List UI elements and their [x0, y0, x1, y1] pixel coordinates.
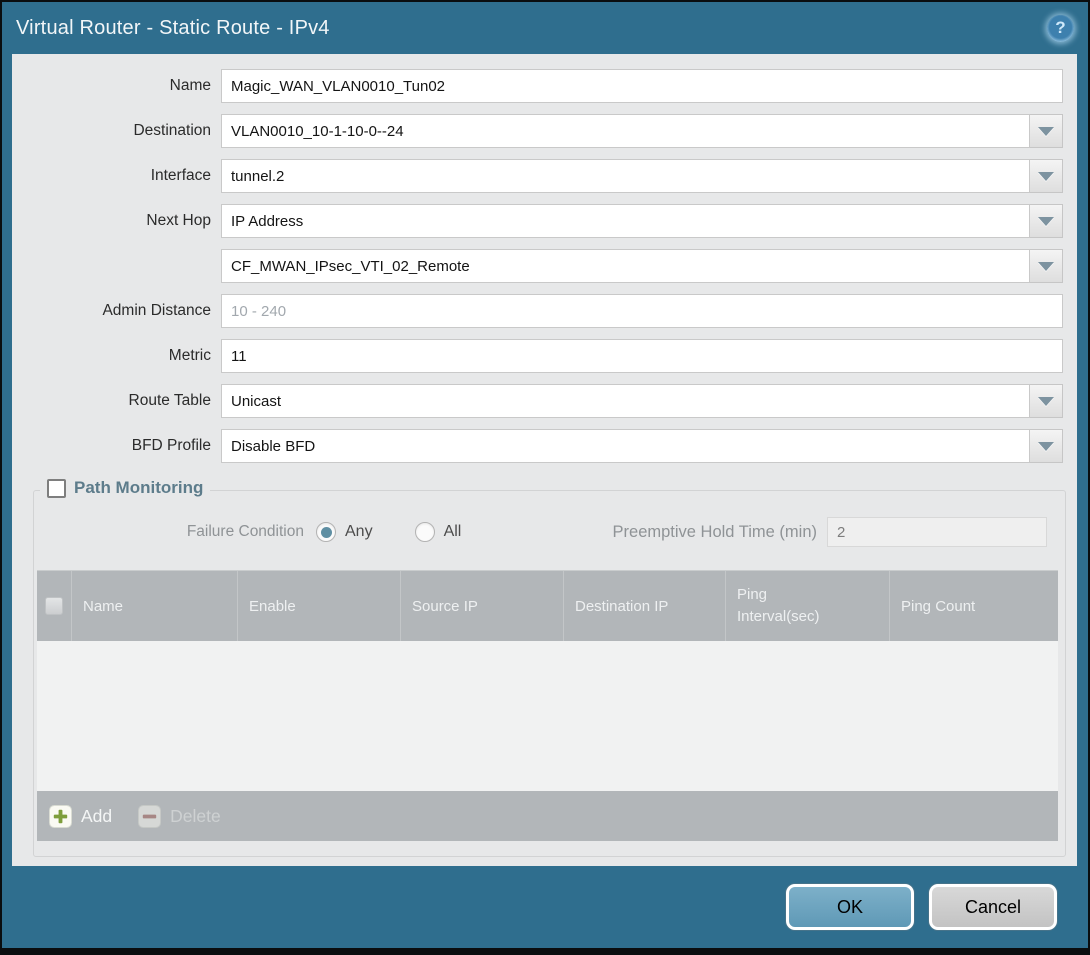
chevron-down-icon — [1038, 442, 1054, 451]
chevron-down-icon — [1038, 397, 1054, 406]
name-label: Name — [12, 69, 221, 103]
form-row-interface: Interface — [12, 159, 1063, 193]
form-row-admin-distance: Admin Distance — [12, 294, 1063, 328]
admin-distance-input[interactable] — [221, 294, 1063, 328]
plus-icon — [49, 805, 72, 828]
bfd-profile-label: BFD Profile — [12, 429, 221, 463]
chevron-down-icon — [1038, 127, 1054, 136]
form-row-bfd-profile: BFD Profile — [12, 429, 1063, 463]
interface-label: Interface — [12, 159, 221, 193]
minus-icon — [138, 805, 161, 828]
form-row-next-hop: Next Hop — [12, 204, 1063, 238]
path-monitoring-section: Path Monitoring Failure Condition Any Al… — [33, 490, 1066, 857]
table-header-name: Name — [72, 571, 238, 641]
metric-label: Metric — [12, 339, 221, 373]
path-monitoring-title: Path Monitoring — [74, 478, 203, 498]
route-table-input[interactable] — [221, 384, 1030, 418]
form-row-metric: Metric — [12, 339, 1063, 373]
ok-button[interactable]: OK — [786, 884, 914, 930]
chevron-down-icon — [1038, 217, 1054, 226]
table-header-destination-ip: Destination IP — [564, 571, 726, 641]
table-header-enable: Enable — [238, 571, 401, 641]
bfd-profile-dropdown-button[interactable] — [1030, 429, 1063, 463]
path-monitoring-table: Name Enable Source IP Destination IP Pin… — [37, 570, 1058, 841]
route-table-label: Route Table — [12, 384, 221, 418]
destination-label: Destination — [12, 114, 221, 148]
help-icon[interactable]: ? — [1047, 15, 1074, 42]
failure-condition-any-radio[interactable] — [316, 522, 336, 542]
route-table-dropdown-button[interactable] — [1030, 384, 1063, 418]
delete-button-label: Delete — [170, 806, 221, 827]
dialog-body: Name Destination Interface Next Hop — [12, 54, 1077, 866]
dialog-title: Virtual Router - Static Route - IPv4 — [16, 17, 330, 40]
add-button[interactable]: Add — [49, 805, 112, 828]
interface-input[interactable] — [221, 159, 1030, 193]
table-toolbar: Add Delete — [37, 791, 1058, 841]
preemptive-hold-time-label: Preemptive Hold Time (min) — [613, 523, 827, 542]
table-header-row: Name Enable Source IP Destination IP Pin… — [37, 570, 1058, 641]
add-button-label: Add — [81, 806, 112, 827]
title-bar: Virtual Router - Static Route - IPv4 ? — [2, 2, 1088, 54]
select-all-checkbox[interactable] — [45, 597, 63, 615]
next-hop-type-dropdown-button[interactable] — [1030, 204, 1063, 238]
path-monitoring-legend: Path Monitoring — [40, 478, 210, 498]
next-hop-address-input[interactable] — [221, 249, 1030, 283]
table-body-empty — [37, 641, 1058, 791]
path-monitoring-checkbox[interactable] — [47, 479, 66, 498]
chevron-down-icon — [1038, 262, 1054, 271]
form-row-destination: Destination — [12, 114, 1063, 148]
failure-condition-row: Failure Condition Any All Preemptive Hol… — [34, 517, 1047, 547]
table-header-ping-interval: Ping Interval(sec) — [726, 571, 890, 641]
failure-condition-all-radio[interactable] — [415, 522, 435, 542]
next-hop-address-dropdown-button[interactable] — [1030, 249, 1063, 283]
destination-dropdown-button[interactable] — [1030, 114, 1063, 148]
footer-bar: OK Cancel — [2, 866, 1088, 948]
destination-input[interactable] — [221, 114, 1030, 148]
admin-distance-label: Admin Distance — [12, 294, 221, 328]
failure-condition-all-label: All — [444, 523, 462, 541]
interface-dropdown-button[interactable] — [1030, 159, 1063, 193]
name-input[interactable] — [221, 69, 1063, 103]
next-hop-address-label — [12, 249, 221, 283]
table-header-source-ip: Source IP — [401, 571, 564, 641]
failure-condition-label: Failure Condition — [34, 523, 316, 541]
metric-input[interactable] — [221, 339, 1063, 373]
radio-dot — [321, 527, 332, 538]
failure-condition-any-label: Any — [345, 523, 373, 541]
chevron-down-icon — [1038, 172, 1054, 181]
cancel-button[interactable]: Cancel — [929, 884, 1057, 930]
radio-dot — [419, 527, 430, 538]
next-hop-type-input[interactable] — [221, 204, 1030, 238]
delete-button[interactable]: Delete — [138, 805, 221, 828]
preemptive-hold-time-input[interactable] — [827, 517, 1047, 547]
next-hop-label: Next Hop — [12, 204, 221, 238]
dialog-frame: Virtual Router - Static Route - IPv4 ? N… — [2, 2, 1088, 948]
table-header-ping-count: Ping Count — [890, 571, 1058, 641]
form-row-next-hop-address — [12, 249, 1063, 283]
form-row-name: Name — [12, 69, 1063, 103]
table-header-select-all — [37, 571, 72, 641]
form-row-route-table: Route Table — [12, 384, 1063, 418]
bfd-profile-input[interactable] — [221, 429, 1030, 463]
